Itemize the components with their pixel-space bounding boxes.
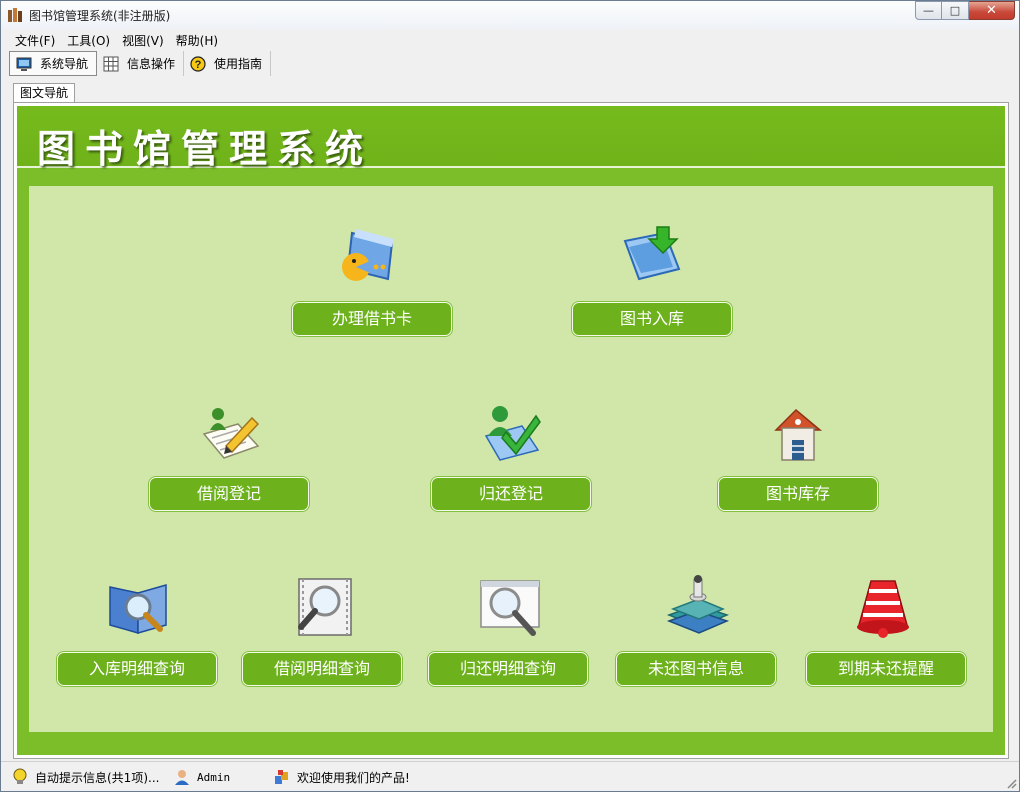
menu-file[interactable]: 文件(F) [9,32,61,50]
status-welcome: 欢迎使用我们的产品! [273,766,573,788]
borrow-icon[interactable] [198,396,268,466]
return-button[interactable]: 归还登记 [431,477,591,511]
unreturned-icon[interactable] [663,571,733,641]
page-title: 图书馆管理系统 [37,126,374,171]
minimize-button[interactable]: — [915,1,942,20]
status-bar: 自动提示信息(共1项)... Admin 欢迎使用我们的产品! [1,761,1019,791]
system-nav-button[interactable]: 系统导航 [9,51,98,76]
borrow-query-icon[interactable] [289,571,359,641]
menu-help[interactable]: 帮助(H) [170,32,224,50]
grid-icon [103,56,119,71]
user-guide-label: 使用指南 [214,57,263,71]
window-title: 图书馆管理系统(非注册版) [29,9,171,23]
maximize-button[interactable]: □ [942,1,969,20]
toolbar: 系统导航 信息操作 ? 使用指南 [9,51,272,77]
title-bar[interactable]: 图书馆管理系统(非注册版) — □ ✕ [1,1,1019,29]
monitor-icon [16,57,32,71]
return-query-button[interactable]: 归还明细查询 [428,652,588,686]
resize-grip-icon[interactable] [1005,777,1017,789]
system-nav-label: 系统导航 [40,57,89,71]
unreturned-button[interactable]: 未还图书信息 [616,652,776,686]
nav-panel: 图书馆管理系统 办理借书卡 图书入库 借阅登记 归还登记 图书库存 入库明细查询… [13,102,1009,759]
stock-in-query-icon[interactable] [104,571,174,641]
app-window: 图书馆管理系统(非注册版) — □ ✕ 文件(F) 工具(O) 视图(V) 帮助… [0,0,1020,792]
inventory-icon[interactable] [762,396,832,466]
status-user-text: Admin [197,770,231,784]
header-banner: 图书馆管理系统 [17,106,1005,171]
info-ops-label: 信息操作 [127,57,176,71]
status-user: Admin [173,766,263,788]
status-hint-text: 自动提示信息(共1项)... [35,770,160,785]
window-controls: — □ ✕ [915,1,1015,20]
green-frame: 图书馆管理系统 办理借书卡 图书入库 借阅登记 归还登记 图书库存 入库明细查询… [17,106,1005,755]
menu-bar: 文件(F) 工具(O) 视图(V) 帮助(H) [9,32,224,50]
menu-tools[interactable]: 工具(O) [61,32,116,50]
stock-in-button[interactable]: 图书入库 [572,302,732,336]
bell-icon[interactable] [849,571,919,641]
stock-in-query-button[interactable]: 入库明细查询 [57,652,217,686]
stock-in-icon[interactable] [617,221,687,291]
inventory-button[interactable]: 图书库存 [718,477,878,511]
borrow-query-button[interactable]: 借阅明细查询 [242,652,402,686]
card-icon[interactable] [334,221,404,291]
borrow-button[interactable]: 借阅登记 [149,477,309,511]
function-area: 办理借书卡 图书入库 借阅登记 归还登记 图书库存 入库明细查询 借阅明细查询 … [29,186,993,732]
status-hint[interactable]: 自动提示信息(共1项)... [11,766,169,788]
bulb-icon [13,768,27,784]
user-guide-button[interactable]: ? 使用指南 [184,51,272,76]
tab-graphic-nav[interactable]: 图文导航 [13,83,76,103]
return-icon[interactable] [476,396,546,466]
app-logo-icon [8,8,22,22]
overdue-button[interactable]: 到期未还提醒 [806,652,966,686]
return-query-icon[interactable] [475,571,545,641]
close-button[interactable]: ✕ [969,1,1015,20]
status-welcome-text: 欢迎使用我们的产品! [297,770,410,785]
card-button[interactable]: 办理借书卡 [292,302,452,336]
svg-text:?: ? [195,59,202,71]
products-icon [275,770,288,784]
help-icon: ? [190,55,206,72]
info-ops-button[interactable]: 信息操作 [97,51,185,76]
menu-view[interactable]: 视图(V) [116,32,170,50]
user-icon [175,770,189,785]
